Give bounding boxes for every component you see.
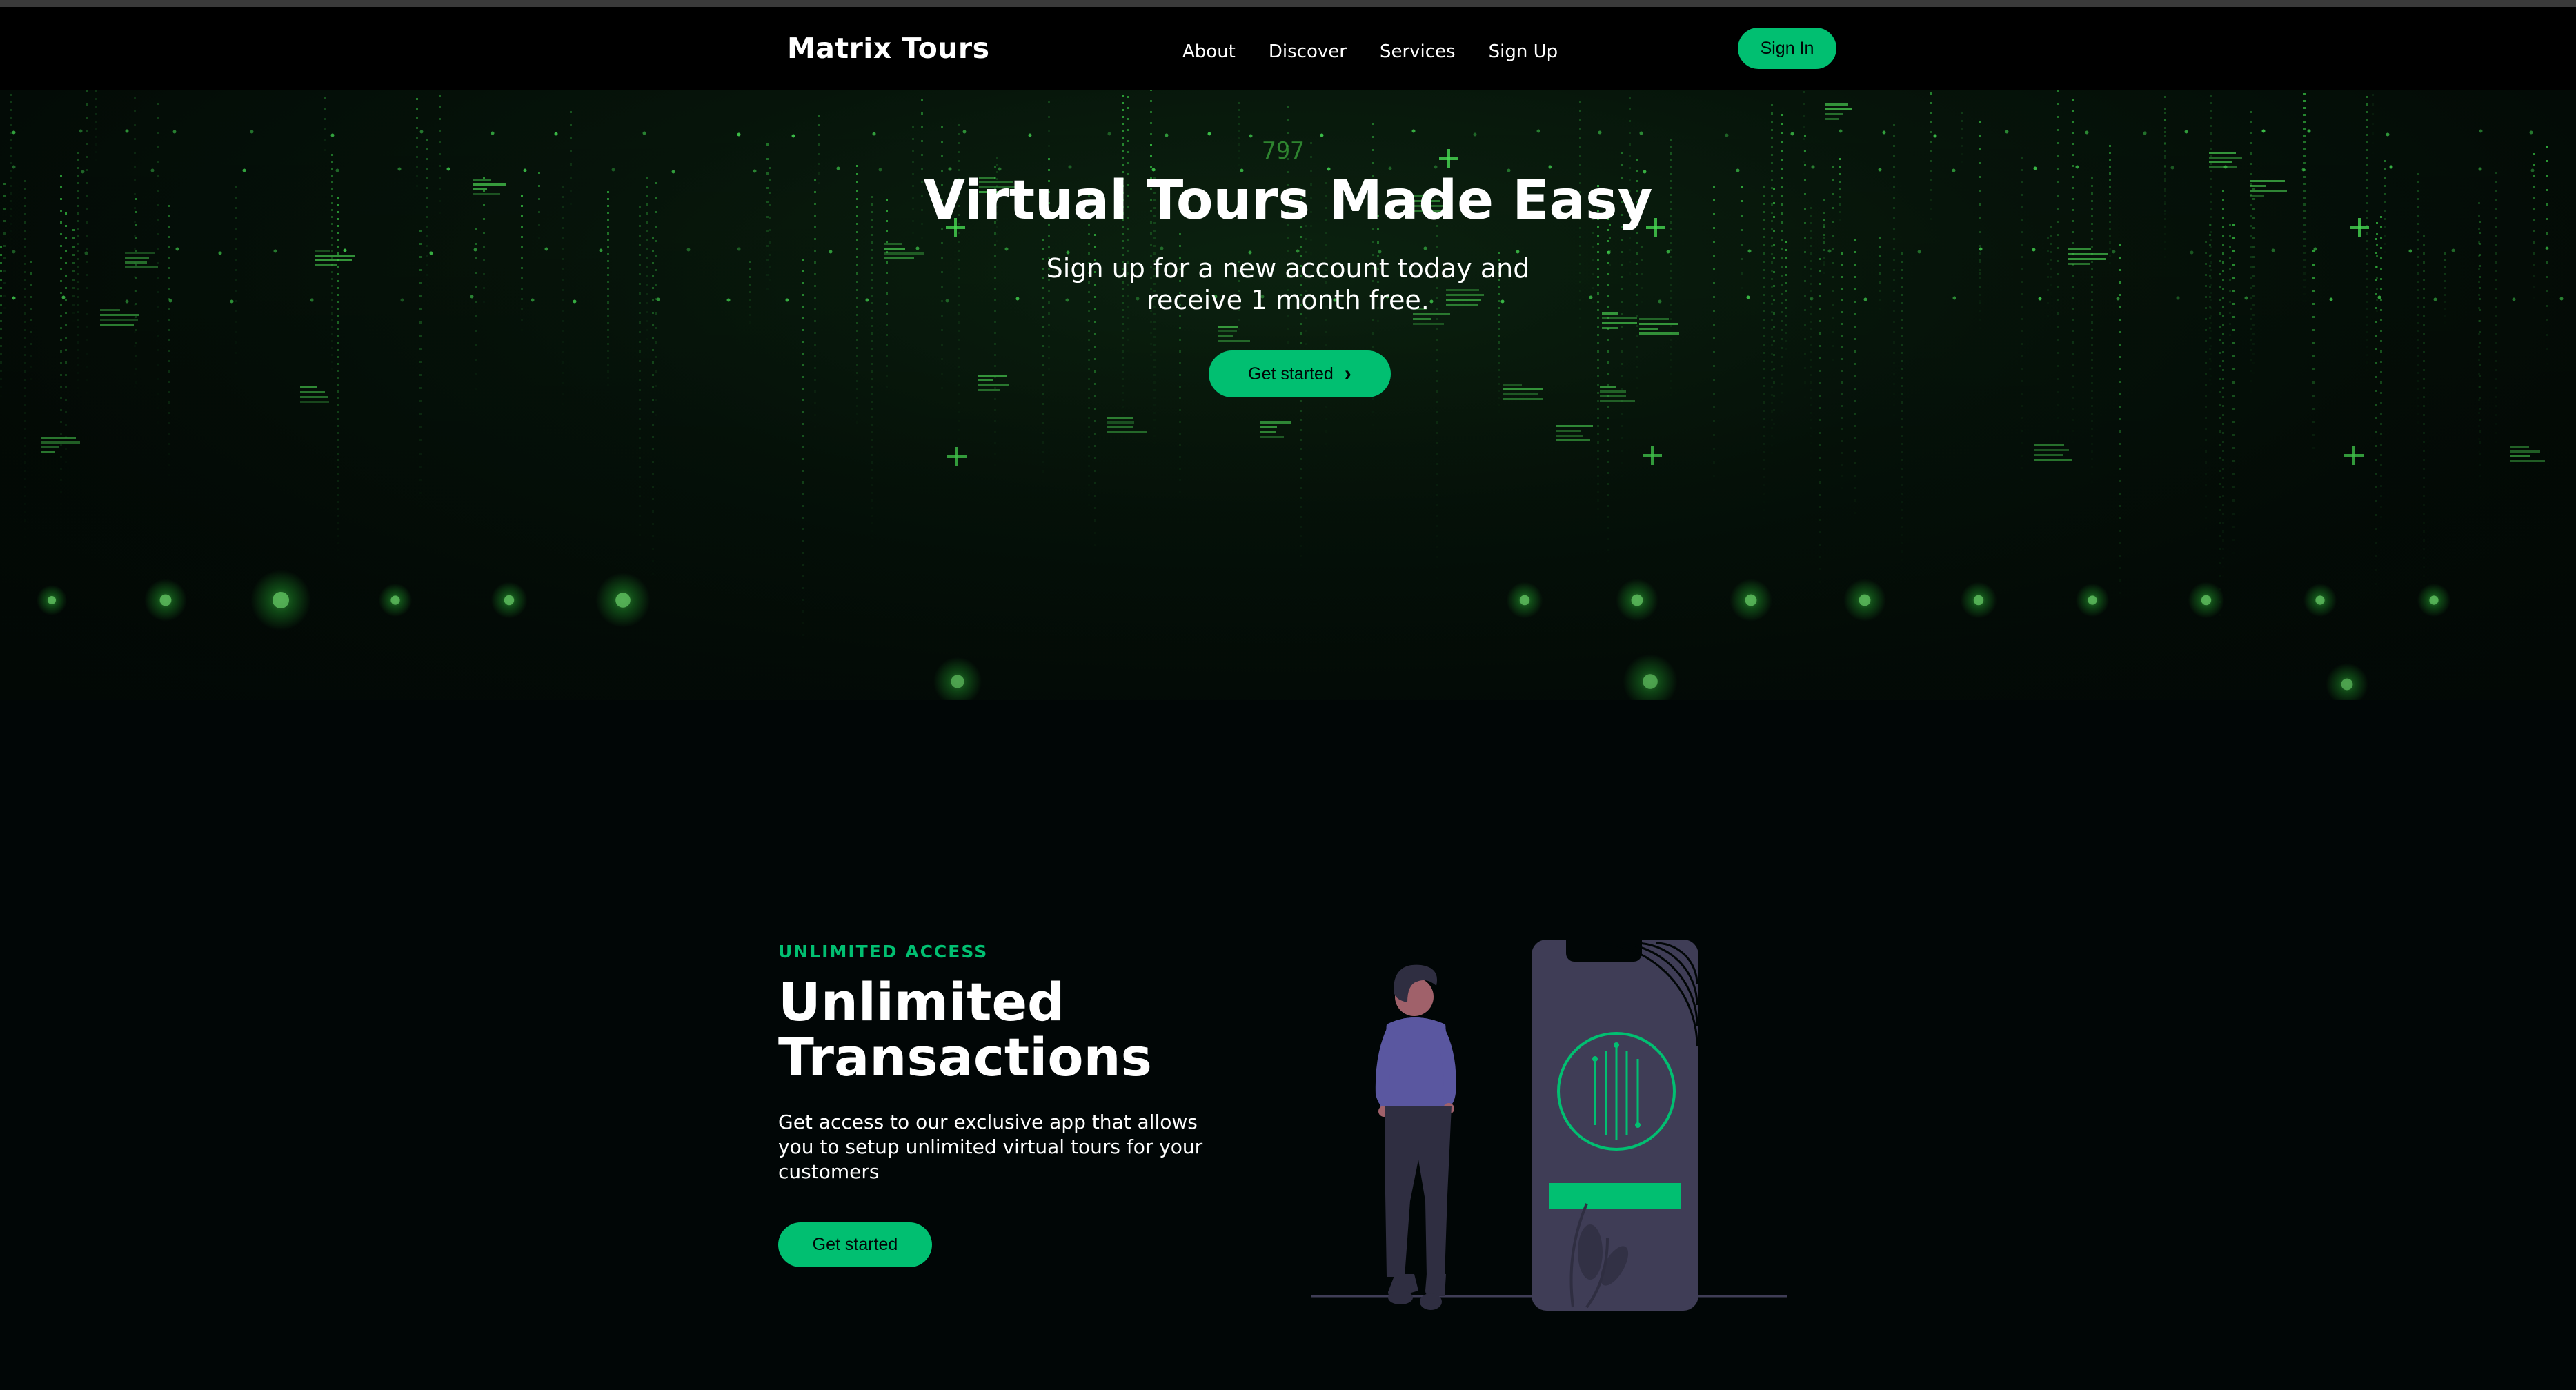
hero-get-started-label: Get started [1248, 364, 1334, 384]
person-figure [1375, 964, 1456, 1310]
person-with-phone-illustration [1311, 940, 1787, 1311]
nav-link-discover[interactable]: Discover [1269, 41, 1347, 62]
sign-in-button[interactable]: Sign In [1738, 28, 1836, 69]
chevron-right-icon: › [1344, 362, 1351, 385]
nav-menu: About Discover Services Sign Up [1182, 41, 1591, 62]
section-eyebrow: UNLIMITED ACCESS [778, 942, 989, 962]
nav-link-signup[interactable]: Sign Up [1489, 41, 1558, 62]
hero-get-started-button[interactable]: Get started › [1209, 350, 1391, 397]
hero-subtitle: Sign up for a new account today and rece… [1046, 253, 1530, 315]
navbar: Matrix Tours About Discover Services Sig… [0, 7, 2576, 90]
section-heading: Unlimited Transactions [778, 971, 1152, 1088]
nav-link-about[interactable]: About [1182, 41, 1236, 62]
section-description: Get access to our exclusive app that all… [778, 1111, 1203, 1183]
brand-logo[interactable]: Matrix Tours [787, 32, 990, 65]
info-get-started-button[interactable]: Get started [778, 1222, 932, 1267]
nav-link-services[interactable]: Services [1380, 41, 1456, 62]
phone-green-bar [1549, 1183, 1681, 1209]
hero-section: 797 Virtual Tours Made Easy Sign up for … [0, 90, 2576, 700]
hero-title: Virtual Tours Made Easy [923, 170, 1653, 232]
info-section: UNLIMITED ACCESS Unlimited Transactions … [0, 700, 2576, 1390]
window-top-border [0, 0, 2576, 7]
